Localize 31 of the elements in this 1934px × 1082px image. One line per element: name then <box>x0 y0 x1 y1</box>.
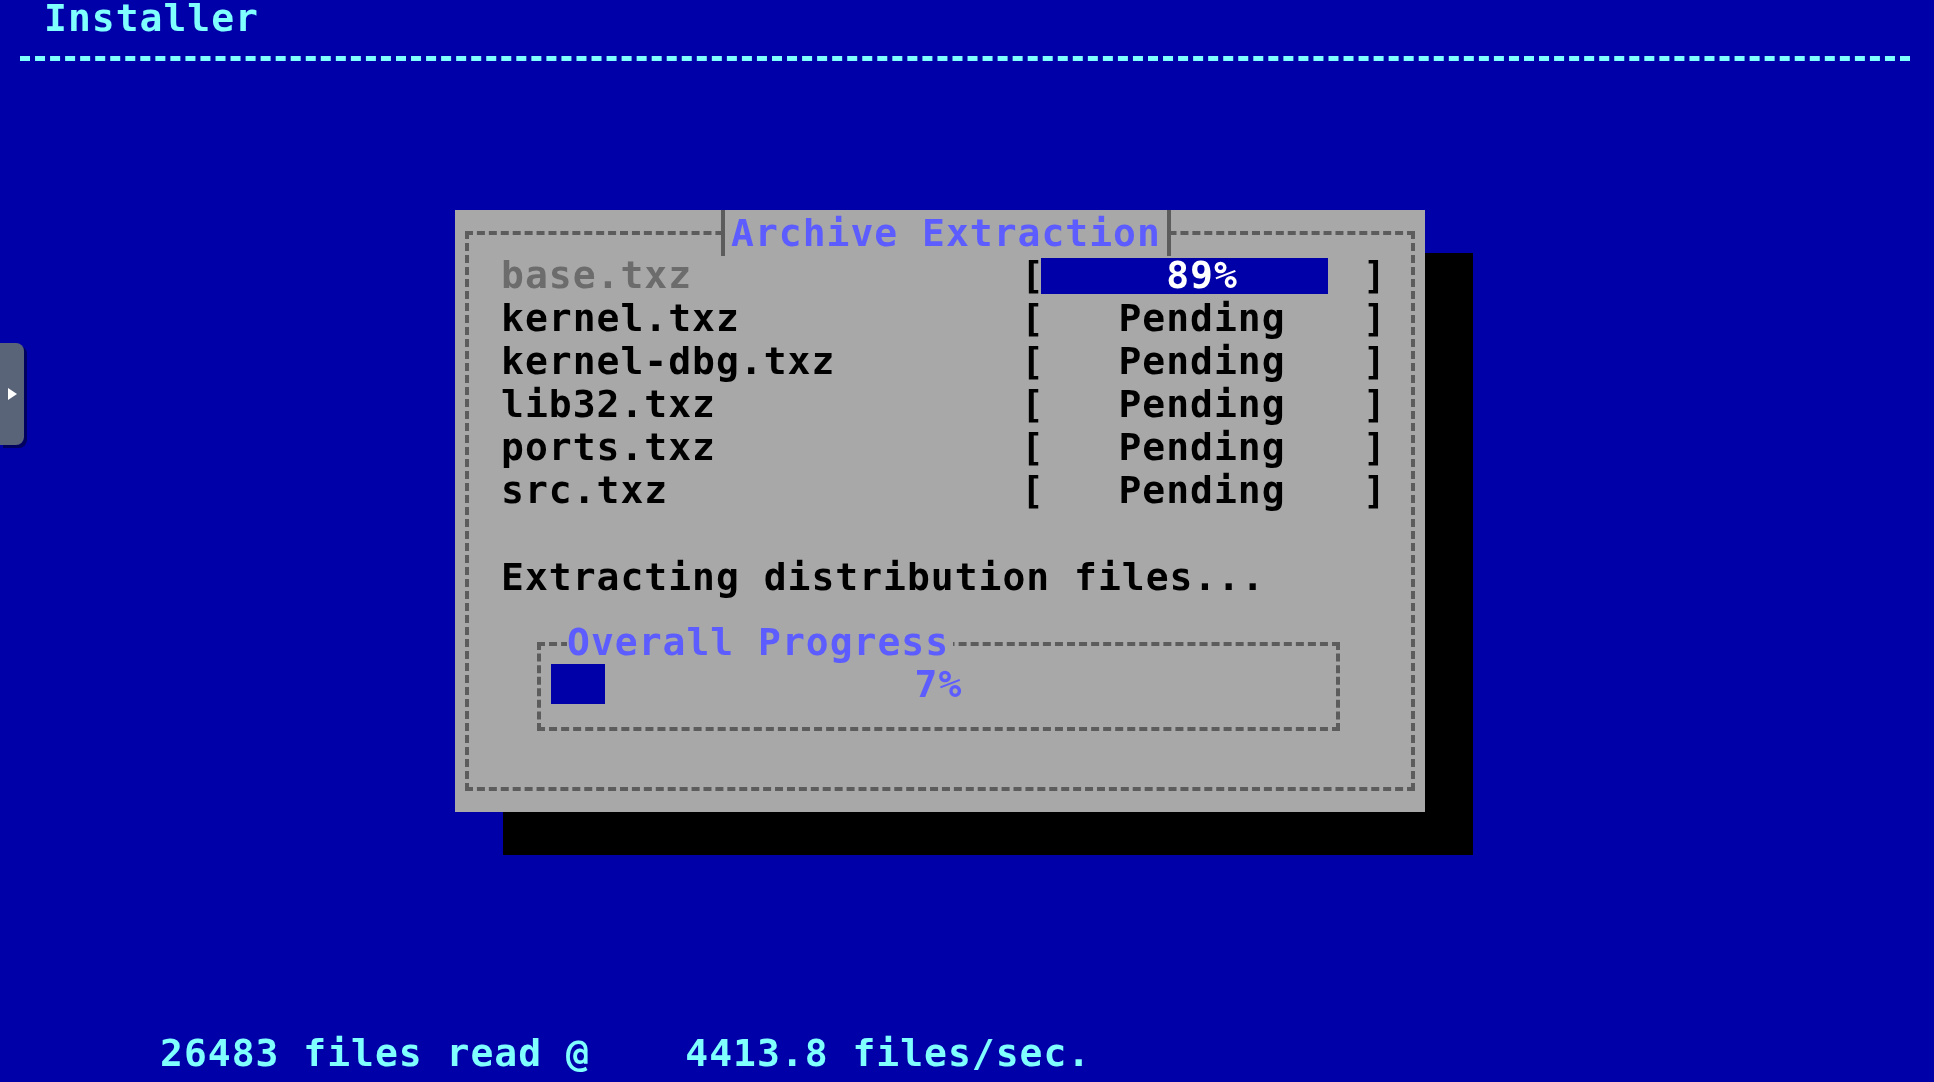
file-name: base.txz <box>501 254 694 297</box>
bracket: [ <box>1021 469 1041 512</box>
status-message: Extracting distribution files... <box>501 556 1266 599</box>
file-name: kernel-dbg.txz <box>501 340 837 383</box>
bracket: [ <box>1021 426 1041 469</box>
side-panel-handle[interactable] <box>0 343 24 445</box>
file-status: Pending <box>1118 383 1286 426</box>
file-status: Pending <box>1118 469 1286 512</box>
transfer-rate: 26483 files read @ 4413.8 files/sec. <box>159 1032 1092 1075</box>
bracket: ] <box>1363 340 1383 383</box>
bracket: [ <box>1021 383 1041 426</box>
file-status: Pending <box>1118 297 1286 340</box>
overall-progress-percent: 7% <box>914 662 963 706</box>
file-name: kernel.txz <box>501 297 741 340</box>
file-name: ports.txz <box>501 426 717 469</box>
bracket: [ <box>1021 297 1041 340</box>
bracket: ] <box>1363 297 1383 340</box>
bracket: ] <box>1363 383 1383 426</box>
bracket: [ <box>1021 340 1041 383</box>
bracket: ] <box>1363 469 1383 512</box>
file-name: lib32.txz <box>501 383 717 426</box>
play-icon <box>7 388 17 400</box>
file-status: Pending <box>1118 426 1286 469</box>
file-status: Pending <box>1118 340 1286 383</box>
file-name: src.txz <box>501 469 670 512</box>
bracket: [ <box>1021 254 1041 297</box>
progress-percent: 89% <box>1166 254 1238 297</box>
bracket: ] <box>1363 426 1383 469</box>
bracket: ] <box>1363 254 1383 297</box>
installer-title: Installer <box>43 0 259 40</box>
dialog-title: Archive Extraction <box>721 210 1171 256</box>
